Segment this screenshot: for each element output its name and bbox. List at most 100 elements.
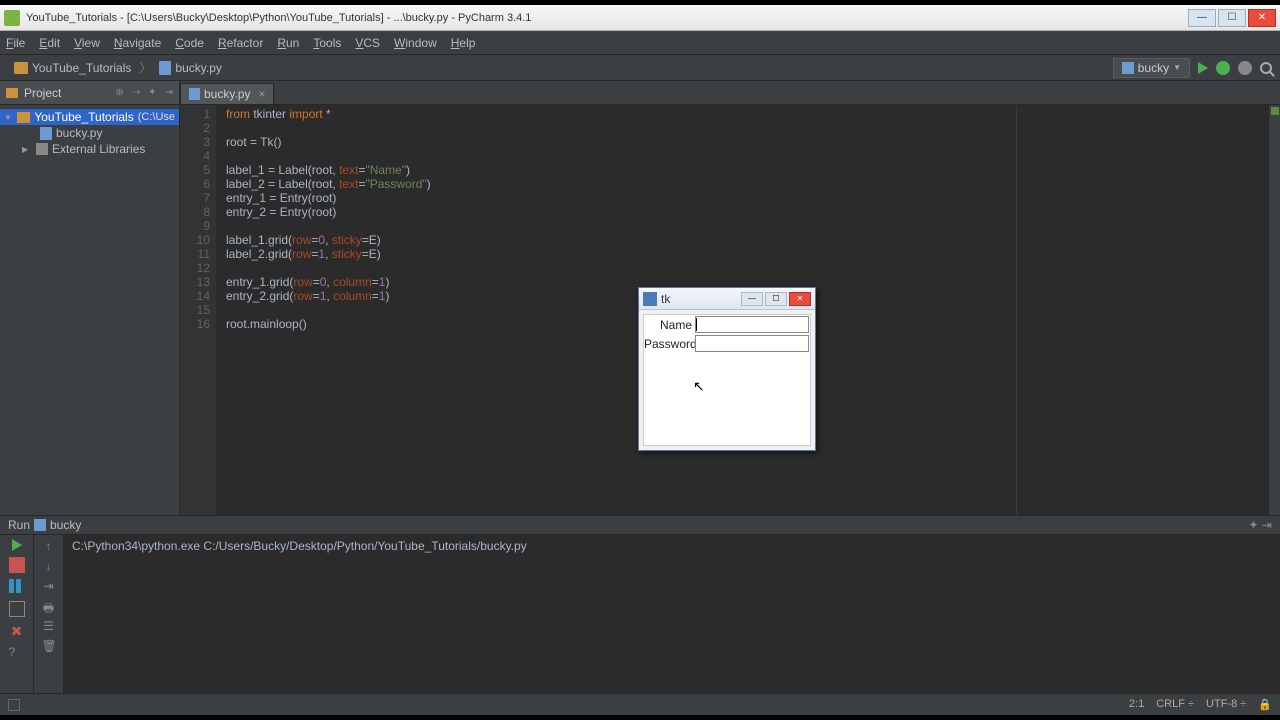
chevron-down-icon: ▼ <box>1173 63 1181 72</box>
tk-title: tk <box>661 292 739 306</box>
editor-tab[interactable]: bucky.py × <box>180 83 274 104</box>
trash-icon[interactable]: 🗑 <box>42 639 56 653</box>
error-stripe[interactable] <box>1268 105 1280 515</box>
pin-button[interactable]: ? <box>9 645 25 661</box>
breadcrumb-label: YouTube_Tutorials <box>32 61 131 75</box>
python-file-icon <box>189 88 200 100</box>
line-number-gutter: 12345678910111213141516 <box>180 105 216 515</box>
caret-position[interactable]: 2:1 <box>1129 698 1144 711</box>
python-file-icon <box>159 61 171 75</box>
python-file-icon <box>40 127 52 140</box>
project-tool-window: Project ⊕ ⇢ ✦ ⇥ ▼ YouTube_Tutorials (C:\… <box>0 81 180 515</box>
console-line: C:\Python34\python.exe C:/Users/Bucky/De… <box>72 539 527 553</box>
close-icon[interactable]: × <box>258 87 265 101</box>
debug-button[interactable] <box>1216 61 1230 75</box>
menu-run[interactable]: Run <box>277 36 299 50</box>
breadcrumb-label: bucky.py <box>175 61 221 75</box>
chevron-down-icon: ▼ <box>4 113 13 122</box>
search-icon[interactable] <box>1260 62 1272 74</box>
file-encoding[interactable]: UTF-8 ÷ <box>1206 698 1246 711</box>
close-run-button[interactable]: ✖ <box>9 623 25 639</box>
run-button[interactable] <box>1198 62 1208 74</box>
menu-navigate[interactable]: Navigate <box>114 36 161 50</box>
chevron-right-icon: ▶ <box>22 145 32 154</box>
gear-icon[interactable]: ✦ ⇥ <box>1249 518 1272 532</box>
tk-close-button[interactable]: ✕ <box>789 292 811 306</box>
hide-icon[interactable]: ⇥ <box>165 87 173 98</box>
menu-file[interactable]: File <box>6 36 25 50</box>
close-button[interactable]: ✕ <box>1248 9 1276 27</box>
minimize-button[interactable]: — <box>1188 9 1216 27</box>
tk-maximize-button[interactable]: ☐ <box>765 292 787 306</box>
tree-label: External Libraries <box>52 142 145 156</box>
menu-help[interactable]: Help <box>451 36 476 50</box>
menu-view[interactable]: View <box>74 36 100 50</box>
run-title: Run <box>8 518 30 532</box>
up-icon[interactable]: ↑ <box>42 539 56 553</box>
maximize-button[interactable]: ☐ <box>1218 9 1246 27</box>
menu-vcs[interactable]: VCS <box>355 36 380 50</box>
lock-icon[interactable]: 🔒 <box>1258 698 1272 711</box>
panel-title: Project <box>24 86 107 100</box>
tree-file[interactable]: bucky.py <box>0 125 179 141</box>
tab-label: bucky.py <box>204 87 250 101</box>
menu-refactor[interactable]: Refactor <box>218 36 263 50</box>
os-titlebar: YouTube_Tutorials - [C:\Users\Bucky\Desk… <box>0 5 1280 31</box>
python-file-icon <box>1122 62 1134 74</box>
folder-icon <box>17 112 30 123</box>
menu-bar: File Edit View Navigate Code Refactor Run Tools… <box>0 31 1280 55</box>
run-output-actions: ↑ ↓ ⇥ 🖶 ☰ 🗑 <box>34 535 64 693</box>
run-output[interactable]: C:\Python34\python.exe C:/Users/Bucky/De… <box>64 535 1280 693</box>
tk-titlebar[interactable]: tk — ☐ ✕ <box>639 288 815 310</box>
tree-label: bucky.py <box>56 126 102 140</box>
restart-button[interactable] <box>9 601 25 617</box>
project-tree: ▼ YouTube_Tutorials (C:\Use bucky.py ▶ E… <box>0 105 179 161</box>
folder-icon <box>6 88 18 98</box>
tk-entry-name[interactable] <box>695 316 809 333</box>
settings-icon[interactable] <box>1238 61 1252 75</box>
run-config-dropdown[interactable]: bucky ▼ <box>1113 58 1190 78</box>
print-icon[interactable]: 🖶 <box>42 599 56 613</box>
library-icon <box>36 143 48 155</box>
gear-icon[interactable]: ✦ <box>148 87 156 98</box>
tk-minimize-button[interactable]: — <box>741 292 763 306</box>
tk-icon <box>643 292 657 306</box>
tk-label-name: Name <box>644 318 694 332</box>
pause-button[interactable] <box>9 579 25 595</box>
clear-icon[interactable]: ☰ <box>42 619 56 633</box>
tree-label: YouTube_Tutorials <box>34 110 133 124</box>
menu-code[interactable]: Code <box>175 36 204 50</box>
navigation-bar: YouTube_Tutorials 〉 bucky.py bucky ▼ <box>0 55 1280 81</box>
editor-tabs: bucky.py × <box>180 81 1280 105</box>
tool-windows-icon[interactable] <box>8 699 20 711</box>
tree-path-hint: (C:\Use <box>138 111 175 123</box>
wrap-icon[interactable]: ⇥ <box>42 579 56 593</box>
run-config-name: bucky <box>50 518 81 532</box>
stop-button[interactable] <box>9 557 25 573</box>
line-separator[interactable]: CRLF ÷ <box>1156 698 1194 711</box>
project-panel-header[interactable]: Project ⊕ ⇢ ✦ ⇥ <box>0 81 179 105</box>
app-icon <box>4 10 20 26</box>
collapse-icon[interactable]: ⊕ <box>115 87 123 98</box>
folder-icon <box>14 62 28 74</box>
breadcrumb-project[interactable]: YouTube_Tutorials <box>8 59 137 77</box>
run-tool-window: ✖ ? ↑ ↓ ⇥ 🖶 ☰ 🗑 C:\Python34\python.exe C… <box>0 535 1280 693</box>
tk-entry-password[interactable] <box>695 335 809 352</box>
menu-window[interactable]: Window <box>394 36 437 50</box>
tk-label-password: Password <box>644 337 694 351</box>
menu-tools[interactable]: Tools <box>313 36 341 50</box>
tkinter-app-window: tk — ☐ ✕ Name Password <box>638 287 816 451</box>
expand-icon[interactable]: ⇢ <box>132 87 140 98</box>
tree-external-libraries[interactable]: ▶ External Libraries <box>0 141 179 157</box>
rerun-button[interactable] <box>12 539 22 551</box>
tree-root[interactable]: ▼ YouTube_Tutorials (C:\Use <box>0 109 179 125</box>
breadcrumb-file[interactable]: bucky.py <box>153 59 227 77</box>
status-ok-icon <box>1271 107 1279 115</box>
run-tool-header[interactable]: Run bucky ✦ ⇥ <box>0 515 1280 535</box>
mouse-cursor-icon: ↖ <box>693 378 705 395</box>
down-icon[interactable]: ↓ <box>42 559 56 573</box>
python-file-icon <box>34 519 46 531</box>
menu-edit[interactable]: Edit <box>39 36 60 50</box>
window-title: YouTube_Tutorials - [C:\Users\Bucky\Desk… <box>26 12 1186 24</box>
chevron-right-icon: 〉 <box>139 59 151 76</box>
